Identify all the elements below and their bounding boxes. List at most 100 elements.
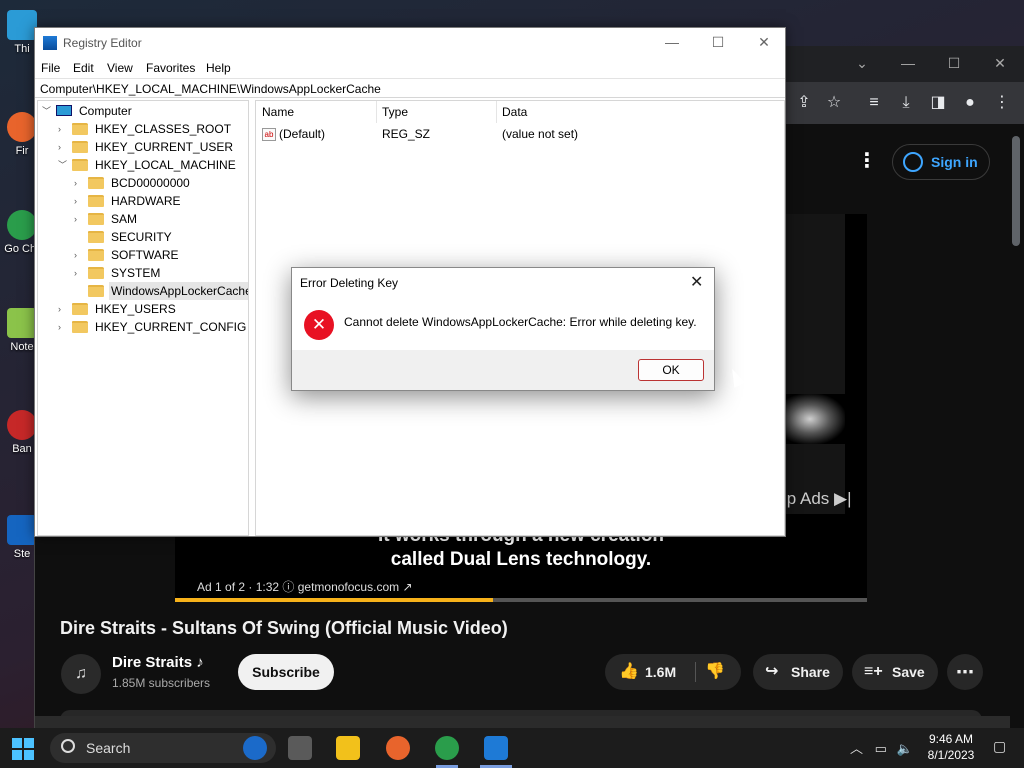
registry-editor-taskbar-icon[interactable] — [484, 736, 508, 760]
download-icon[interactable]: ⤓ — [893, 90, 919, 116]
taskbar: Search ︿ ▭ 🔈 9:46 AM 8/1/2023 ▢ — [0, 728, 1024, 768]
folder-icon — [88, 249, 104, 261]
regedit-minimize-button[interactable]: — — [649, 28, 695, 58]
save-button[interactable]: ≡+ Save — [852, 654, 938, 690]
column-divider[interactable] — [496, 101, 497, 123]
registry-tree: ﹀ Computer › HKEY_CLASSES_ROOT › HKEY_CURRE… — [37, 100, 249, 536]
system-tray: ︿ ▭ 🔈 — [850, 738, 913, 757]
column-divider[interactable] — [376, 101, 377, 123]
subscribe-button[interactable]: Subscribe — [238, 654, 334, 690]
thumbs-down-icon[interactable]: 👎 — [705, 654, 725, 690]
column-data[interactable]: Data — [502, 105, 527, 119]
dialog-title: Error Deleting Key — [300, 276, 399, 290]
chrome-icon — [7, 210, 37, 240]
task-view-icon[interactable] — [288, 736, 312, 760]
share-page-icon[interactable]: ⇪ — [791, 90, 817, 116]
folder-icon — [88, 213, 104, 225]
chevron-right-icon[interactable]: › — [58, 300, 68, 318]
this-pc-icon — [7, 10, 37, 40]
horizontal-scrollbar[interactable] — [35, 716, 1010, 728]
menu-view[interactable]: View — [107, 61, 133, 75]
chevron-up-icon[interactable]: ︿ — [850, 741, 863, 756]
chrome-taskbar-icon[interactable] — [435, 736, 459, 760]
bing-icon[interactable] — [243, 736, 267, 760]
folder-icon — [72, 123, 88, 135]
taskbar-clock[interactable]: 9:46 AM 8/1/2023 — [923, 731, 979, 763]
network-icon[interactable]: ▭ — [875, 741, 887, 756]
thumbs-up-icon[interactable]: 👍 — [619, 654, 639, 690]
page-scrollbar[interactable] — [1012, 136, 1020, 246]
chevron-down-icon[interactable]: ﹀ — [42, 102, 52, 120]
browser-menu-icon[interactable]: ⋮ — [989, 90, 1015, 116]
chevron-right-icon[interactable]: › — [58, 138, 68, 156]
error-dialog: Error Deleting Key ✕ ✕ Cannot delete Win… — [291, 267, 715, 391]
windows-logo-icon — [24, 750, 34, 760]
tab-list-chevron-icon[interactable]: ⌄ — [839, 46, 885, 82]
firefox-icon — [7, 112, 37, 142]
notification-icon[interactable]: ▢ — [993, 738, 1006, 755]
chevron-right-icon[interactable]: › — [58, 318, 68, 336]
menu-favorites[interactable]: Favorites — [146, 61, 195, 75]
folder-icon — [72, 321, 88, 333]
account-icon — [903, 152, 923, 172]
channel-name[interactable]: Dire Straits ♪ — [112, 654, 204, 671]
menu-help[interactable]: Help — [206, 61, 231, 75]
chevron-right-icon[interactable]: › — [74, 174, 84, 192]
like-count[interactable]: 1.6M — [645, 654, 676, 690]
chevron-right-icon[interactable]: › — [58, 120, 68, 138]
channel-avatar[interactable]: ♫ — [61, 654, 101, 694]
column-name[interactable]: Name — [262, 105, 294, 119]
column-type[interactable]: Type — [382, 105, 408, 119]
sign-in-button[interactable]: Sign in — [892, 144, 990, 180]
skip-ads-button[interactable]: ip Ads ▶| — [783, 489, 852, 509]
regedit-close-button[interactable]: ✕ — [741, 28, 787, 58]
computer-icon — [56, 105, 72, 116]
browser-close-button[interactable]: ✕ — [977, 46, 1023, 82]
folder-icon — [88, 195, 104, 207]
side-panel-icon[interactable]: ◨ — [925, 90, 951, 116]
bookmark-star-icon[interactable]: ☆ — [821, 90, 847, 116]
notepad-icon — [7, 308, 37, 338]
settings-kebab-icon[interactable]: ⋮ — [857, 148, 877, 173]
browser-maximize-button[interactable]: ☐ — [931, 46, 977, 82]
ad-progress-bar[interactable] — [175, 598, 867, 602]
more-actions-icon[interactable]: ⋯ — [947, 654, 983, 690]
browser-minimize-button[interactable]: — — [885, 46, 931, 82]
chevron-right-icon[interactable]: › — [74, 246, 84, 264]
menu-file[interactable]: File — [41, 61, 60, 75]
share-button[interactable]: ↪ Share — [753, 654, 843, 690]
regedit-title: Registry Editor — [63, 36, 142, 50]
string-value-icon: ab — [262, 128, 276, 141]
dialog-close-button[interactable]: ✕ — [690, 272, 703, 292]
chevron-right-icon[interactable]: › — [74, 264, 84, 282]
menu-edit[interactable]: Edit — [73, 61, 94, 75]
steam-icon — [7, 515, 37, 545]
windows-logo-icon — [24, 738, 34, 748]
ad-info[interactable]: Ad 1 of 2 · 1:32 ⓘ getmonofocus.com ↗ — [197, 578, 413, 595]
profile-icon[interactable]: ● — [957, 90, 983, 116]
volume-icon[interactable]: 🔈 — [897, 741, 913, 756]
like-dislike-group: 👍 1.6M 👎 — [605, 654, 741, 690]
address-bar[interactable]: Computer\HKEY_LOCAL_MACHINE\WindowsAppLo… — [35, 78, 785, 98]
chevron-down-icon[interactable]: ﹀ — [58, 156, 68, 174]
value-name[interactable]: (Default) — [279, 127, 325, 141]
windows-logo-icon — [12, 738, 22, 748]
dialog-message: Cannot delete WindowsAppLockerCache: Err… — [344, 315, 697, 329]
chevron-right-icon[interactable]: › — [74, 192, 84, 210]
value-data[interactable]: (value not set) — [502, 127, 578, 141]
save-playlist-icon: ≡+ — [864, 663, 883, 680]
regedit-maximize-button[interactable]: ☐ — [695, 28, 741, 58]
folder-icon — [88, 285, 104, 297]
folder-icon — [72, 303, 88, 315]
start-button[interactable] — [12, 738, 34, 760]
media-control-icon[interactable]: ≡ — [861, 90, 887, 116]
ok-button[interactable]: OK — [638, 359, 704, 381]
file-explorer-icon[interactable] — [336, 736, 360, 760]
ad-progress-fill — [175, 598, 494, 602]
value-type[interactable]: REG_SZ — [382, 127, 430, 141]
bandicam-icon — [7, 410, 37, 440]
chevron-right-icon[interactable]: › — [74, 210, 84, 228]
regedit-titlebar: Registry Editor — ☐ ✕ — [35, 28, 785, 58]
firefox-taskbar-icon[interactable] — [386, 736, 410, 760]
folder-icon — [88, 231, 104, 243]
